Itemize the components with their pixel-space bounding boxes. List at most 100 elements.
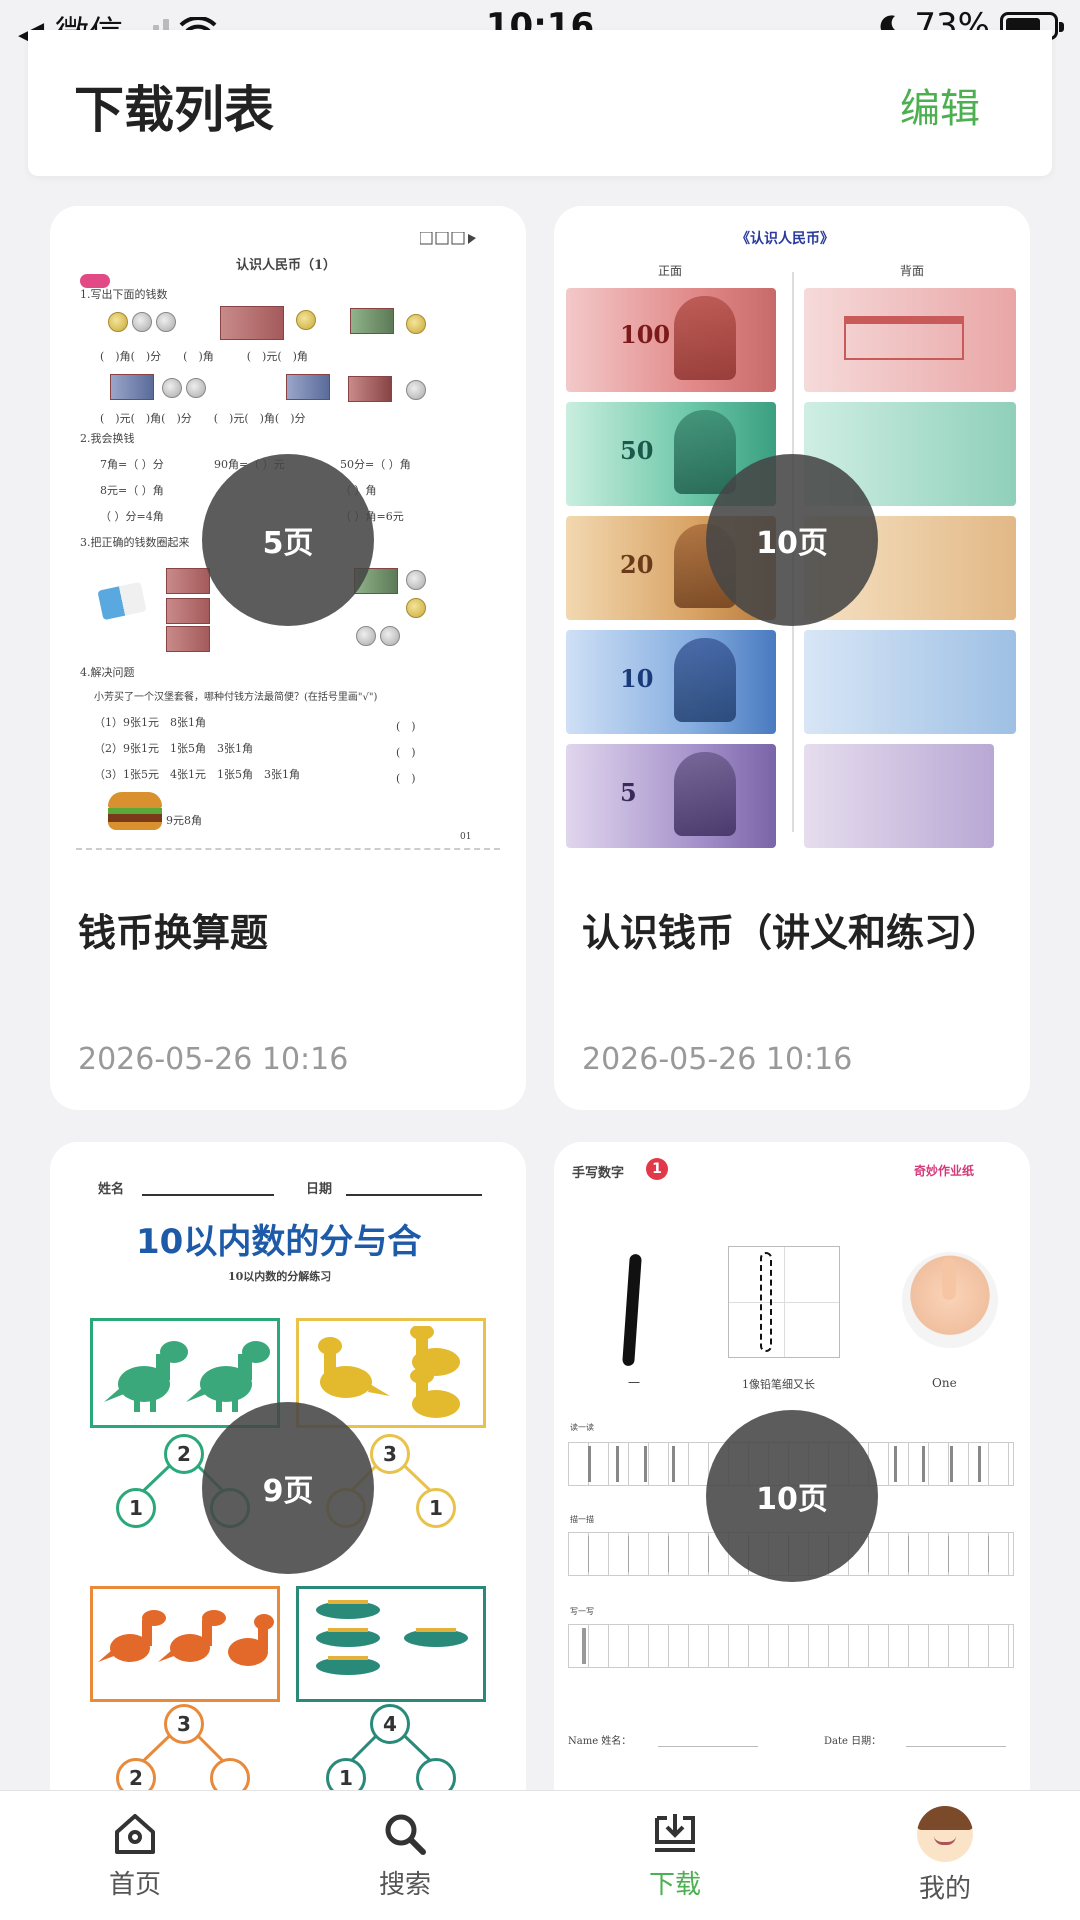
number-bond-empty	[416, 1758, 456, 1790]
banknote-value: 50	[620, 436, 654, 465]
download-card[interactable]: 姓名 日期 10以内数的分与合 10以内数的分解练习 2 1 3 1 3 2 4…	[50, 1142, 526, 1790]
edit-button[interactable]: 编辑	[900, 76, 980, 134]
home-icon	[115, 1814, 155, 1854]
dinosaur-icon	[98, 1610, 274, 1666]
portrait	[674, 410, 736, 494]
number-bond-top: 2	[164, 1434, 204, 1474]
card-date: 2026-05-26 10:16	[78, 1042, 349, 1077]
toolbar-mini-icon	[420, 232, 476, 245]
coin	[406, 314, 426, 334]
burger-image	[108, 792, 162, 832]
one-label: One	[932, 1376, 957, 1390]
banknote	[286, 374, 330, 400]
handout-heading: 《认识人民币》	[736, 231, 834, 247]
exchange-row: 50分=（ ）角	[340, 458, 411, 471]
tab-label: 首页	[108, 1870, 161, 1900]
dashed-divider	[76, 848, 500, 850]
banknote-back	[804, 744, 994, 848]
number-bond-empty	[210, 1758, 250, 1790]
banknote	[220, 306, 284, 340]
coin	[186, 378, 206, 398]
number-badge: 1	[646, 1158, 668, 1180]
printed-ones	[578, 1446, 698, 1482]
question-4: 4.解决问题	[80, 666, 135, 679]
bracket-column: ( )( )( )	[396, 720, 416, 785]
exchange-row: 7角=（ ）分	[100, 458, 164, 471]
tab-home[interactable]: 首页	[0, 1791, 270, 1920]
avatar-icon	[917, 1806, 973, 1862]
tab-label: 下载	[648, 1870, 701, 1900]
card-title: 认识钱币（讲义和练习）	[582, 911, 1001, 955]
brand-tag: 奇妙作业纸	[914, 1164, 975, 1178]
coin	[296, 310, 316, 330]
tab-download[interactable]: 下载	[540, 1791, 810, 1920]
write-label: 写一写	[570, 1607, 594, 1616]
number-bond-top: 3	[164, 1704, 204, 1744]
trace-label: 描一描	[570, 1515, 594, 1524]
card-title: 钱币换算题	[78, 911, 269, 955]
date-footer: Date 日期：	[824, 1736, 882, 1747]
option-row: （3）1张5元 4张1元 1张5角 3张1角	[94, 768, 300, 781]
blank-row: ( )元( )角( )分 ( )元( )角( )分	[100, 412, 306, 425]
coin	[406, 570, 426, 590]
coin	[162, 378, 182, 398]
banknote-value: 20	[620, 550, 654, 579]
page-count-badge: 9页	[202, 1402, 374, 1574]
portrait	[674, 638, 736, 722]
tracing-grid	[728, 1246, 840, 1358]
coin	[380, 626, 400, 646]
worksheet-heading: 认识人民币（1）	[236, 258, 337, 273]
banknote-front	[566, 744, 776, 848]
banknote	[166, 598, 210, 624]
banknote	[348, 376, 392, 402]
search-icon	[385, 1814, 426, 1855]
banknote	[350, 308, 394, 334]
question-3: 3.把正确的钱数圈起来	[80, 536, 190, 549]
number-bond-part: 1	[326, 1758, 366, 1790]
option-row: （2）9张1元 1张5角 3张1角	[94, 742, 253, 755]
exchange-row: （ ）分=4角	[100, 510, 164, 523]
banknote-value: 10	[620, 664, 654, 693]
number-bond-top: 3	[370, 1434, 410, 1474]
page-number: 01	[460, 832, 472, 842]
digit-one-stroke	[622, 1253, 642, 1367]
banknote	[110, 374, 154, 400]
card-date: 2026-05-26 10:16	[582, 1042, 853, 1077]
banknote-front	[566, 288, 776, 392]
banknote	[166, 626, 210, 652]
tab-label: 我的	[918, 1874, 971, 1904]
worksheet-heading: 手写数字	[572, 1166, 625, 1181]
tab-profile[interactable]: 我的	[810, 1791, 1080, 1920]
download-card[interactable]: 手写数字 1 奇妙作业纸 一 1像铅笔细又长 One 读一读 描一描 写一写 N…	[554, 1142, 1030, 1790]
exchange-row: 8元=（ ）角	[100, 484, 164, 497]
coin	[132, 312, 152, 332]
page-title: 下载列表	[74, 81, 274, 139]
portrait	[674, 752, 736, 836]
dinosaur-icon	[316, 1600, 468, 1675]
date-line	[906, 1746, 1006, 1747]
page-count-badge: 10页	[706, 454, 878, 626]
page-count-badge: 5页	[202, 454, 374, 626]
coin	[156, 312, 176, 332]
download-card[interactable]: 认识人民币（1） 1.写出下面的钱数 ( )角( )分 ( )角 ( )元( )…	[50, 206, 526, 1110]
number-bond-part: 2	[116, 1758, 156, 1790]
name-footer: Name 姓名：	[568, 1736, 632, 1747]
dash-label: 一	[628, 1376, 641, 1390]
coin	[406, 380, 426, 400]
pointing-finger	[942, 1258, 956, 1300]
banknote-value: 5	[620, 778, 637, 807]
number-bond-top: 4	[370, 1704, 410, 1744]
page-count-badge: 10页	[706, 1410, 878, 1582]
read-label: 读一读	[570, 1423, 594, 1432]
number-bond-part: 1	[416, 1488, 456, 1528]
coin	[356, 626, 376, 646]
rhyme-caption: 1像铅笔细又长	[742, 1378, 815, 1391]
download-card[interactable]: 《认识人民币》 正面 背面 100 50 20 10 5 10页 认识钱币（讲义…	[554, 206, 1030, 1110]
portrait	[674, 296, 736, 380]
front-label: 正面	[658, 264, 683, 278]
option-row: （1）9张1元 8张1角	[94, 716, 206, 729]
tab-search[interactable]: 搜索	[270, 1791, 540, 1920]
question-1: 1.写出下面的钱数	[80, 288, 168, 301]
banknote-back	[804, 630, 1016, 734]
question-4-text: 小芳买了一个汉堡套餐，哪种付钱方法最简便？(在括号里画"√")	[94, 692, 378, 703]
